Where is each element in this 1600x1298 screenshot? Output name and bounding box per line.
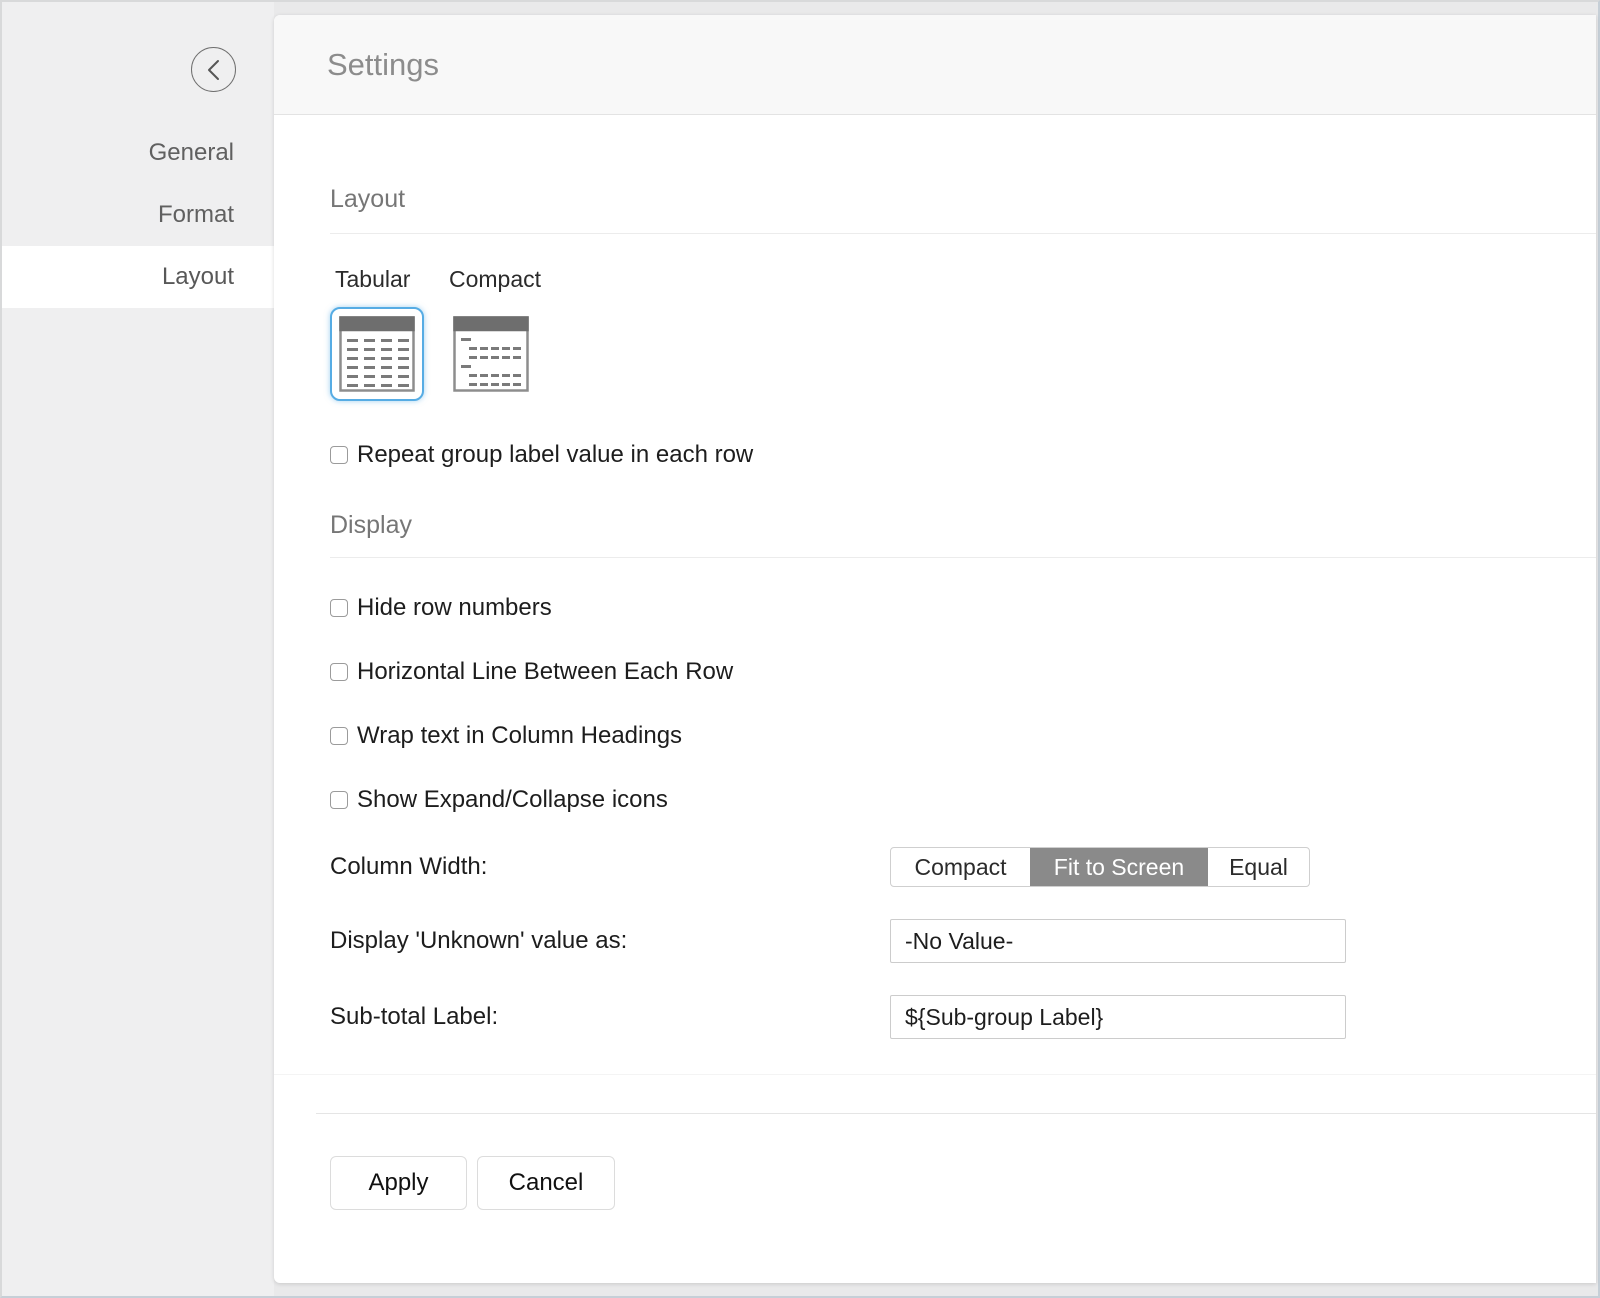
repeat-group-label-row: Repeat group label value in each row bbox=[330, 443, 1596, 467]
horizontal-line-checkbox[interactable] bbox=[330, 663, 348, 681]
apply-button[interactable]: Apply bbox=[330, 1156, 467, 1210]
chevron-left-icon bbox=[207, 59, 220, 81]
repeat-group-label-text: Repeat group label value in each row bbox=[357, 443, 753, 467]
wrap-text-label: Wrap text in Column Headings bbox=[357, 724, 682, 748]
horizontal-line-row: Horizontal Line Between Each Row bbox=[330, 660, 1596, 684]
wrap-text-checkbox[interactable] bbox=[330, 727, 348, 745]
page-title: Settings bbox=[327, 47, 439, 83]
compact-option-box[interactable] bbox=[444, 307, 538, 401]
expand-collapse-row: Show Expand/Collapse icons bbox=[330, 788, 1596, 812]
settings-window: General Format Layout Settings Layout Ta… bbox=[0, 0, 1600, 1298]
layout-option-tabular[interactable]: Tabular bbox=[330, 266, 424, 401]
tabular-option-label: Tabular bbox=[335, 266, 410, 292]
hide-row-numbers-checkbox[interactable] bbox=[330, 599, 348, 617]
hide-row-numbers-row: Hide row numbers bbox=[330, 596, 1596, 620]
subtotal-label-input[interactable] bbox=[890, 995, 1346, 1039]
display-section-heading: Display bbox=[330, 511, 1596, 558]
panel-header: Settings bbox=[274, 15, 1596, 115]
sidebar-item-layout[interactable]: Layout bbox=[2, 246, 274, 308]
subtotal-label-label: Sub-total Label: bbox=[330, 1003, 890, 1031]
unknown-value-row: Display 'Unknown' value as: bbox=[330, 919, 1596, 963]
column-width-segmented-control: Compact Fit to Screen Equal bbox=[890, 847, 1310, 887]
column-width-label: Column Width: bbox=[330, 853, 890, 881]
settings-panel: Settings Layout Tabular bbox=[274, 15, 1596, 1283]
expand-collapse-label: Show Expand/Collapse icons bbox=[357, 788, 668, 812]
panel-footer: Apply Cancel bbox=[274, 1074, 1596, 1210]
layout-type-options: Tabular bbox=[330, 266, 1596, 401]
back-button[interactable] bbox=[191, 47, 236, 92]
column-width-option-compact[interactable]: Compact bbox=[891, 848, 1030, 886]
unknown-value-input[interactable] bbox=[890, 919, 1346, 963]
footer-buttons: Apply Cancel bbox=[330, 1156, 1596, 1210]
panel-body: Layout Tabular bbox=[274, 185, 1596, 1210]
sidebar-item-format[interactable]: Format bbox=[2, 184, 274, 246]
expand-collapse-checkbox[interactable] bbox=[330, 791, 348, 809]
cancel-button[interactable]: Cancel bbox=[477, 1156, 615, 1210]
hide-row-numbers-label: Hide row numbers bbox=[357, 596, 552, 620]
tabular-option-box[interactable] bbox=[330, 307, 424, 401]
subtotal-label-row: Sub-total Label: bbox=[330, 995, 1596, 1039]
column-width-option-equal[interactable]: Equal bbox=[1208, 848, 1309, 886]
settings-sidebar: General Format Layout bbox=[2, 2, 274, 1296]
footer-divider bbox=[316, 1113, 1596, 1114]
column-width-row: Column Width: Compact Fit to Screen Equa… bbox=[330, 847, 1596, 887]
horizontal-line-label: Horizontal Line Between Each Row bbox=[357, 660, 733, 684]
wrap-text-row: Wrap text in Column Headings bbox=[330, 724, 1596, 748]
compact-table-icon bbox=[453, 316, 529, 392]
tabular-table-icon bbox=[339, 316, 415, 392]
display-checkbox-list: Hide row numbers Horizontal Line Between… bbox=[330, 596, 1596, 812]
layout-section-heading: Layout bbox=[330, 185, 1596, 234]
settings-nav: General Format Layout bbox=[2, 122, 274, 308]
compact-option-label: Compact bbox=[449, 266, 541, 292]
sidebar-item-general[interactable]: General bbox=[2, 122, 274, 184]
column-width-option-fit-to-screen[interactable]: Fit to Screen bbox=[1030, 848, 1208, 886]
unknown-value-label: Display 'Unknown' value as: bbox=[330, 927, 890, 955]
layout-option-compact[interactable]: Compact bbox=[444, 266, 538, 401]
repeat-group-label-checkbox[interactable] bbox=[330, 446, 348, 464]
